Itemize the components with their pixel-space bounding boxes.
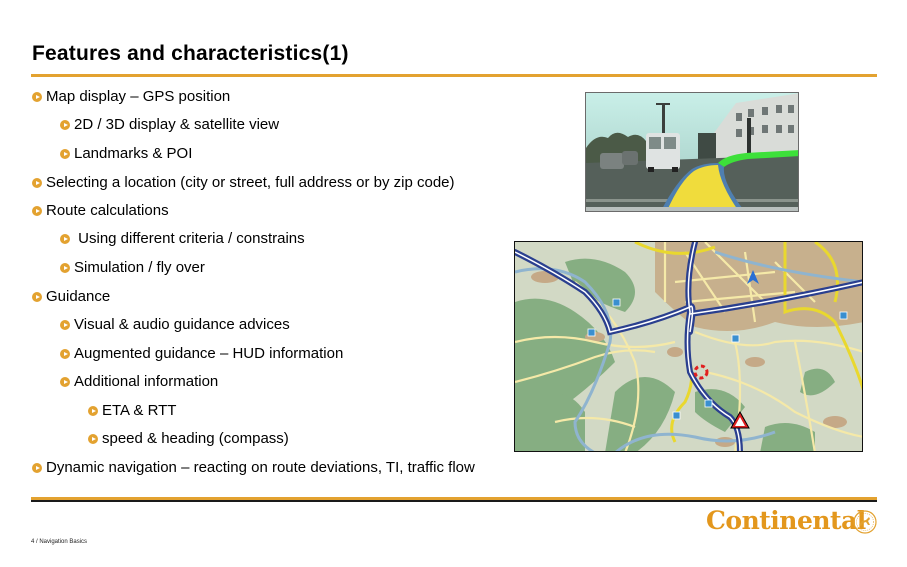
bullet-arrow-icon (60, 349, 70, 359)
bullet-arrow-icon (88, 406, 98, 416)
bullet-arrow-icon (60, 377, 70, 387)
bullet-arrow-icon (60, 149, 70, 159)
bullet-arrow-icon (32, 92, 42, 102)
bullet-arrow-icon (60, 120, 70, 130)
continental-logo: Continental (706, 506, 866, 535)
horse-seal-icon (853, 510, 877, 534)
bullet-arrow-icon (60, 234, 70, 244)
navigation-map-image (514, 241, 863, 452)
bullet-item: speed & heading (compass) (88, 430, 289, 448)
bullet-arrow-icon (32, 292, 42, 302)
bullet-arrow-icon (32, 206, 42, 216)
bullet-item: Dynamic navigation – reacting on route d… (32, 459, 475, 477)
title-underline (31, 74, 877, 77)
bullet-arrow-icon (60, 320, 70, 330)
bullet-arrow-icon (88, 434, 98, 444)
bullet-item: Guidance (32, 288, 110, 306)
bullet-item: Using different criteria / constrains (60, 230, 305, 248)
footer-rule-black (31, 500, 877, 502)
street-view-illustration (586, 93, 798, 211)
bullet-item: Visual & audio guidance advices (60, 316, 290, 334)
bullet-item: Simulation / fly over (60, 259, 205, 277)
augmented-street-view-image (585, 92, 799, 212)
bullet-item: Landmarks & POI (60, 145, 192, 163)
bullet-arrow-icon (60, 263, 70, 273)
bullet-item: ETA & RTT (88, 402, 176, 420)
bullet-item: Augmented guidance – HUD information (60, 345, 343, 363)
slide-title: Features and characteristics(1) (32, 42, 349, 65)
footer-page-label: 4 / Navigation Basics (31, 539, 88, 545)
bullet-item: Additional information (60, 373, 218, 391)
bullet-item: Map display – GPS position (32, 88, 230, 106)
bullet-item: Selecting a location (city or street, fu… (32, 174, 455, 192)
bullet-item: Route calculations (32, 202, 169, 220)
bullet-arrow-icon (32, 178, 42, 188)
bullet-item: 2D / 3D display & satellite view (60, 116, 279, 134)
map-illustration (515, 242, 862, 451)
bullet-arrow-icon (32, 463, 42, 473)
